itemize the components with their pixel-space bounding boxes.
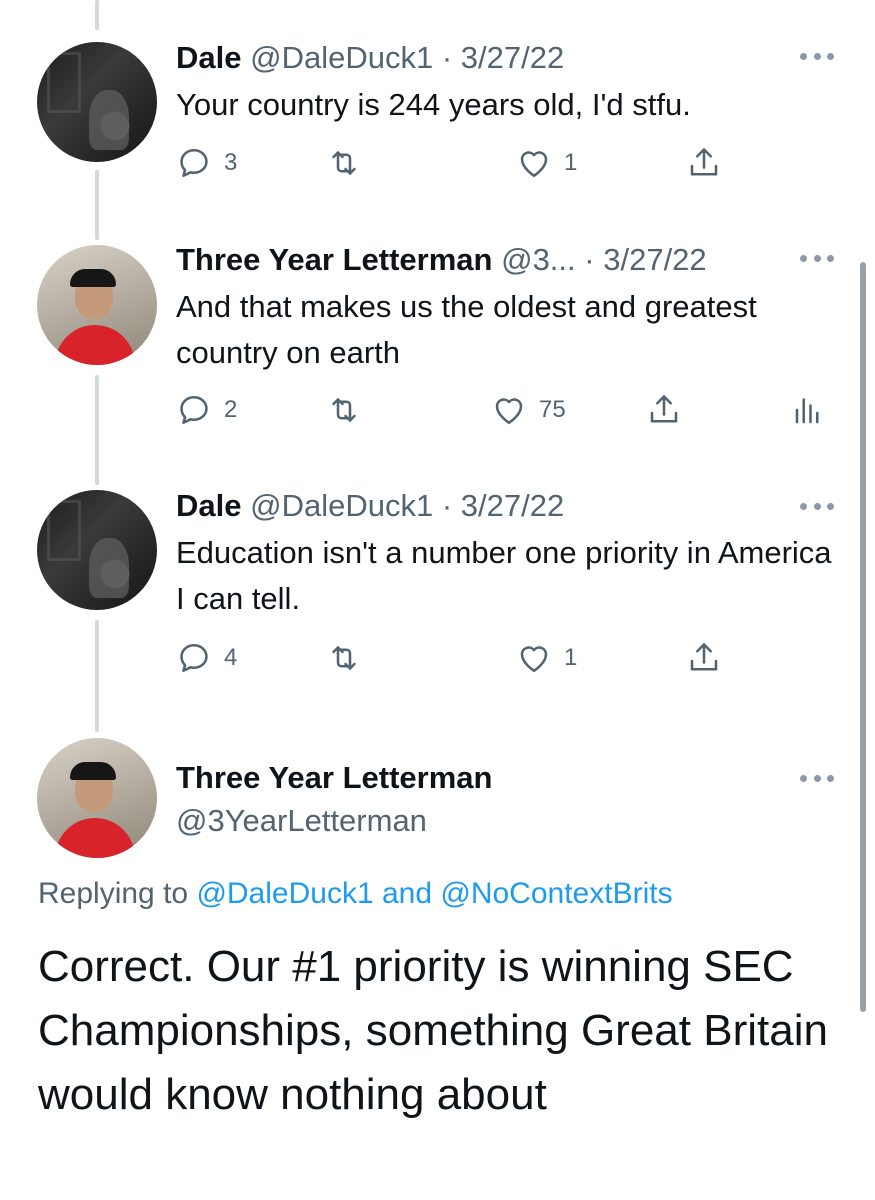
reply-icon (180, 643, 208, 673)
tweet-date[interactable]: 3/27/22 (603, 242, 706, 277)
analytics-icon (795, 398, 819, 424)
reply-count: 4 (224, 644, 238, 671)
author-name[interactable]: Three Year Letterman (176, 242, 492, 277)
avatar[interactable] (37, 490, 157, 610)
tweet-text: And that makes us the oldest and greates… (176, 289, 757, 370)
retweet-button[interactable] (326, 640, 362, 676)
tweet-date[interactable]: 3/27/22 (461, 488, 564, 523)
retweet-button[interactable] (326, 145, 362, 181)
thread-line-2 (95, 375, 99, 485)
more-options-icon[interactable] (800, 768, 834, 788)
reply-count: 2 (224, 396, 238, 423)
share-icon (650, 395, 678, 423)
author-handle[interactable]: @3YearLetterman (176, 803, 427, 839)
tweet-header: Dale @DaleDuck1 · 3/27/22 (176, 488, 564, 524)
tweet-header: Dale @DaleDuck1 · 3/27/22 (176, 40, 564, 76)
tweet-date[interactable]: 3/27/22 (461, 40, 564, 75)
thread-line-top (95, 0, 99, 30)
share-button[interactable] (646, 392, 682, 428)
replying-prefix: Replying to (38, 877, 189, 910)
heart-icon (495, 398, 523, 425)
author-name[interactable]: Dale (176, 40, 241, 75)
avatar[interactable] (37, 245, 157, 365)
retweet-button[interactable] (326, 392, 362, 428)
mention-link-2[interactable]: @NoContextBrits (440, 877, 672, 910)
author-handle[interactable]: @DaleDuck1 (250, 488, 433, 523)
like-count: 1 (564, 644, 578, 671)
avatar[interactable] (37, 42, 157, 162)
like-count: 75 (539, 396, 566, 423)
tweet-header: Three Year Letterman @3... · 3/27/22 (176, 242, 707, 278)
tweet-actions: 2 75 (176, 392, 836, 432)
heart-icon (520, 646, 548, 673)
share-button[interactable] (686, 145, 722, 181)
separator: · (584, 242, 595, 277)
retweet-icon (332, 646, 356, 670)
share-icon (690, 643, 718, 671)
more-options-icon[interactable] (800, 248, 834, 268)
reply-button[interactable]: 4 (176, 640, 237, 676)
more-options-icon[interactable] (800, 46, 834, 66)
reply-icon (180, 148, 208, 178)
retweet-icon (332, 151, 356, 175)
share-button[interactable] (686, 640, 722, 676)
like-count: 1 (564, 149, 578, 176)
main-tweet-text: Correct. Our #1 priority is winning SEC … (38, 942, 828, 1119)
more-options-icon[interactable] (800, 496, 834, 516)
tweet-text: Your country is 244 years old, I'd stfu. (176, 87, 691, 122)
like-button[interactable]: 1 (516, 145, 577, 181)
reply-button[interactable]: 3 (176, 145, 237, 181)
heart-icon (520, 151, 548, 178)
separator: · (441, 40, 453, 75)
reply-button[interactable]: 2 (176, 392, 237, 428)
separator: · (441, 488, 453, 523)
reply-count: 3 (224, 149, 238, 176)
like-button[interactable]: 1 (516, 640, 577, 676)
avatar[interactable] (37, 738, 157, 858)
mention-link-1[interactable]: @DaleDuck1 (196, 877, 373, 910)
tweet-actions: 3 1 (176, 145, 776, 185)
tweet-actions: 4 1 (176, 640, 776, 680)
replying-and[interactable]: and (382, 877, 432, 910)
author-name[interactable]: Three Year Letterman (176, 760, 492, 796)
analytics-button[interactable] (788, 392, 824, 428)
thread-line-1 (95, 170, 99, 240)
like-button[interactable]: 75 (491, 392, 566, 428)
retweet-icon (332, 398, 356, 422)
scrollbar[interactable] (860, 262, 866, 1012)
reply-icon (180, 395, 208, 425)
author-name[interactable]: Dale (176, 488, 241, 523)
thread-line-3 (95, 620, 99, 732)
author-handle[interactable]: @3... (501, 242, 576, 277)
tweet-text: Education isn't a number one priority in… (176, 535, 832, 616)
share-icon (690, 148, 718, 176)
replying-to: Replying to @DaleDuck1 and @NoContextBri… (38, 877, 673, 911)
author-handle[interactable]: @DaleDuck1 (250, 40, 433, 75)
